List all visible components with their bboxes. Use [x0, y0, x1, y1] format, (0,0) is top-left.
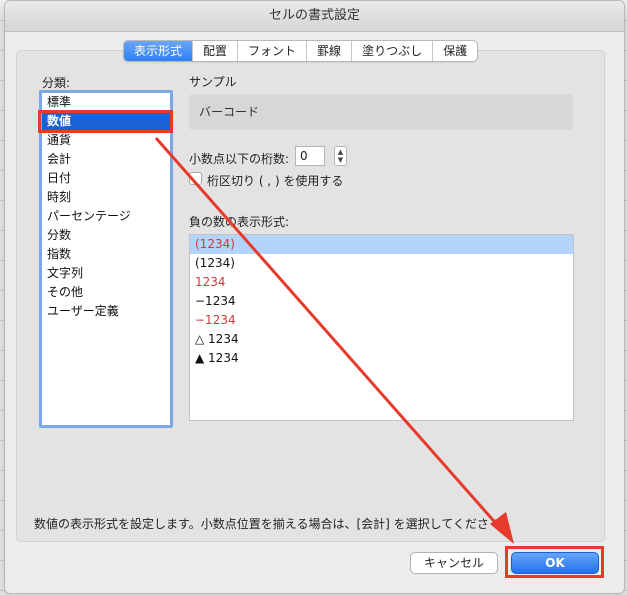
- category-item-general[interactable]: 標準: [42, 93, 170, 112]
- decimal-places-input[interactable]: 0: [295, 146, 325, 166]
- tab-alignment[interactable]: 配置: [193, 41, 239, 61]
- category-item-accounting[interactable]: 会計: [42, 150, 170, 169]
- tab-number-format[interactable]: 表示形式: [124, 41, 194, 61]
- negative-format-item[interactable]: 1234: [190, 273, 573, 292]
- category-list[interactable]: 標準 数値 通貨 会計 日付 時刻 パーセンテージ 分数 指数 文字列 その他 …: [39, 90, 173, 428]
- cancel-button[interactable]: キャンセル: [410, 552, 498, 574]
- thousands-separator-label: 桁区切り ( , ) を使用する: [207, 174, 344, 188]
- negative-format-item[interactable]: (1234): [190, 254, 573, 273]
- tab-border[interactable]: 罫線: [307, 41, 353, 61]
- stepper-up-icon[interactable]: ▲: [335, 148, 346, 156]
- decimal-places-label: 小数点以下の桁数:: [189, 152, 290, 166]
- sample-label: サンプル: [189, 75, 237, 89]
- ok-button[interactable]: OK: [511, 552, 599, 574]
- negative-format-item[interactable]: −1234: [190, 292, 573, 311]
- dialog-title: セルの書式設定: [5, 1, 624, 32]
- negative-format-item[interactable]: −1234: [190, 311, 573, 330]
- format-description: 数値の表示形式を設定します。小数点位置を揃える場合は、[会計] を選択してくださ…: [34, 517, 505, 531]
- category-item-time[interactable]: 時刻: [42, 188, 170, 207]
- tab-fill[interactable]: 塗りつぶし: [352, 41, 434, 61]
- negative-format-item[interactable]: △ 1234: [190, 330, 573, 349]
- category-item-date[interactable]: 日付: [42, 169, 170, 188]
- category-item-fraction[interactable]: 分数: [42, 226, 170, 245]
- category-item-custom[interactable]: ユーザー定義: [42, 302, 170, 321]
- category-item-currency[interactable]: 通貨: [42, 131, 170, 150]
- category-item-scientific[interactable]: 指数: [42, 245, 170, 264]
- tab-protection[interactable]: 保護: [433, 41, 477, 61]
- category-item-text[interactable]: 文字列: [42, 264, 170, 283]
- tab-bar: 表示形式 配置 フォント 罫線 塗りつぶし 保護: [123, 40, 479, 62]
- category-item-number[interactable]: 数値: [42, 112, 170, 131]
- negative-format-list[interactable]: (1234) (1234) 1234 −1234 −1234 △ 1234 ▲ …: [189, 234, 574, 421]
- sample-preview: バーコード: [189, 94, 573, 130]
- negative-format-item[interactable]: ▲ 1234: [190, 349, 573, 368]
- decimal-places-stepper[interactable]: ▲ ▼: [334, 146, 347, 166]
- negative-format-label: 負の数の表示形式:: [189, 215, 290, 229]
- negative-format-item[interactable]: (1234): [190, 235, 573, 254]
- category-item-special[interactable]: その他: [42, 283, 170, 302]
- tab-font[interactable]: フォント: [238, 41, 308, 61]
- category-label: 分類:: [42, 76, 71, 90]
- thousands-separator-checkbox[interactable]: [189, 172, 202, 185]
- stepper-down-icon[interactable]: ▼: [335, 156, 346, 164]
- category-item-percentage[interactable]: パーセンテージ: [42, 207, 170, 226]
